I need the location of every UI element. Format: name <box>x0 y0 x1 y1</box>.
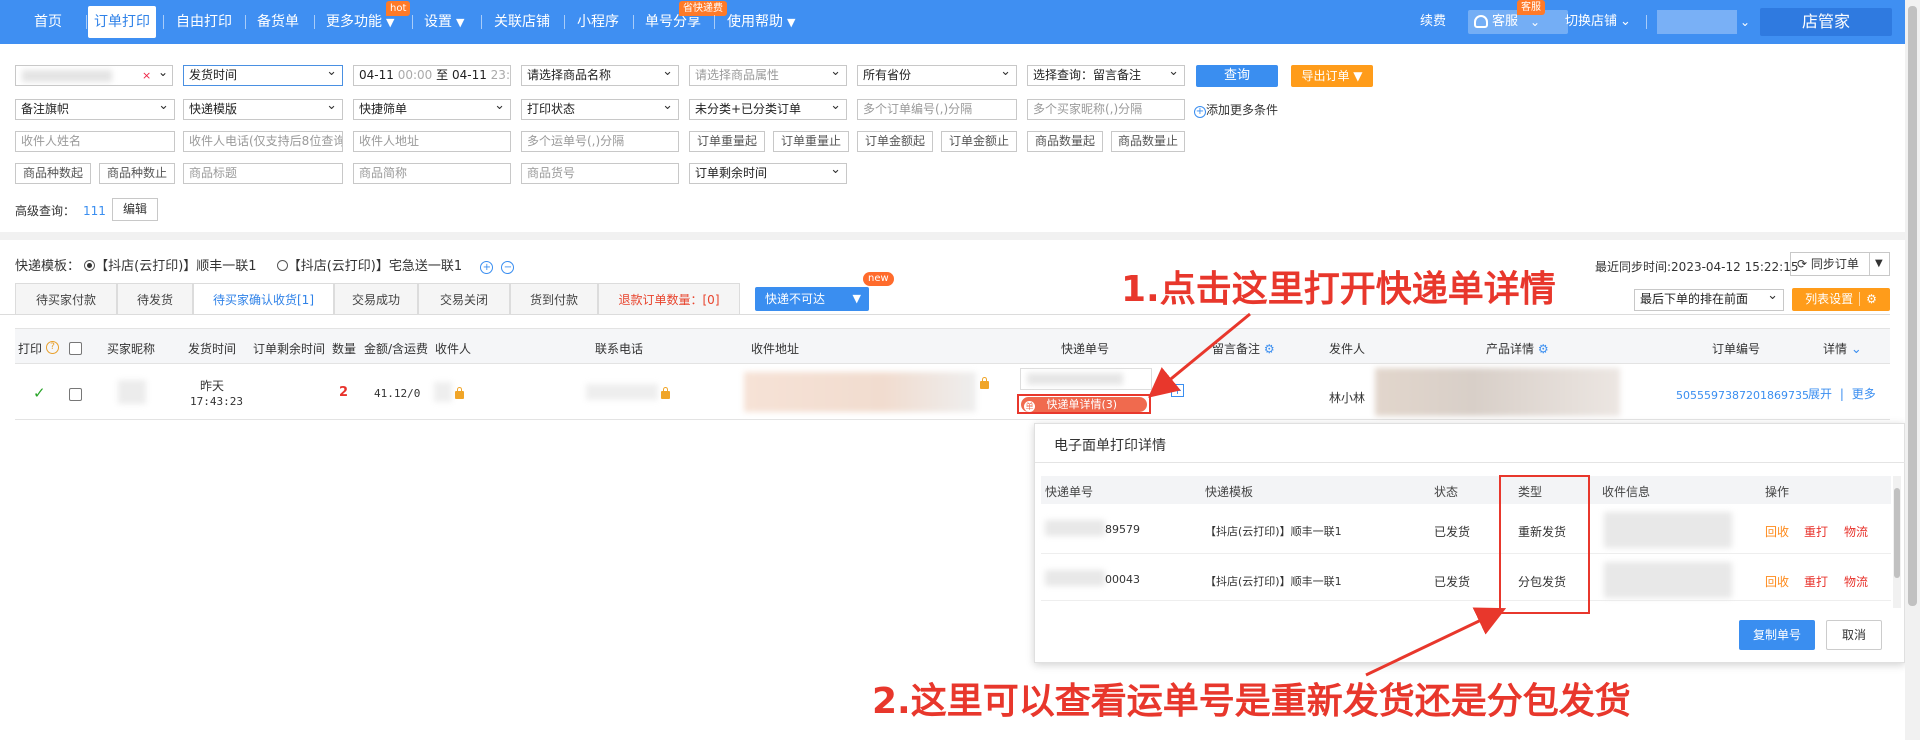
annotation-arrows <box>1148 312 1507 677</box>
page-scrollbar-thumb[interactable] <box>1908 6 1917 606</box>
arrow-to-type-column <box>1365 607 1507 677</box>
arrow-to-waybill-detail <box>1148 312 1251 398</box>
page-scrollbar[interactable] <box>1905 0 1920 740</box>
